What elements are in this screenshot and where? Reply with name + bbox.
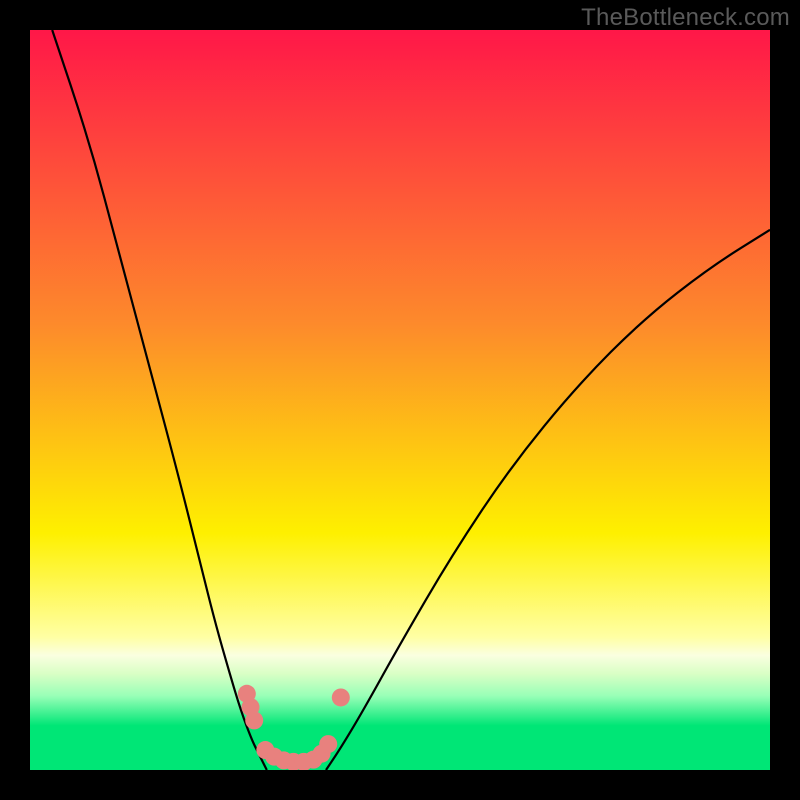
curve-layer: [30, 30, 770, 770]
left-curve: [52, 30, 267, 770]
marker-dot: [245, 711, 263, 729]
chart-frame: TheBottleneck.com: [0, 0, 800, 800]
marker-dot: [332, 688, 350, 706]
watermark-text: TheBottleneck.com: [581, 4, 790, 32]
right-curve: [326, 230, 770, 770]
marker-dot: [319, 735, 337, 753]
bottleneck-markers: [238, 685, 350, 770]
plot-area: [30, 30, 770, 770]
